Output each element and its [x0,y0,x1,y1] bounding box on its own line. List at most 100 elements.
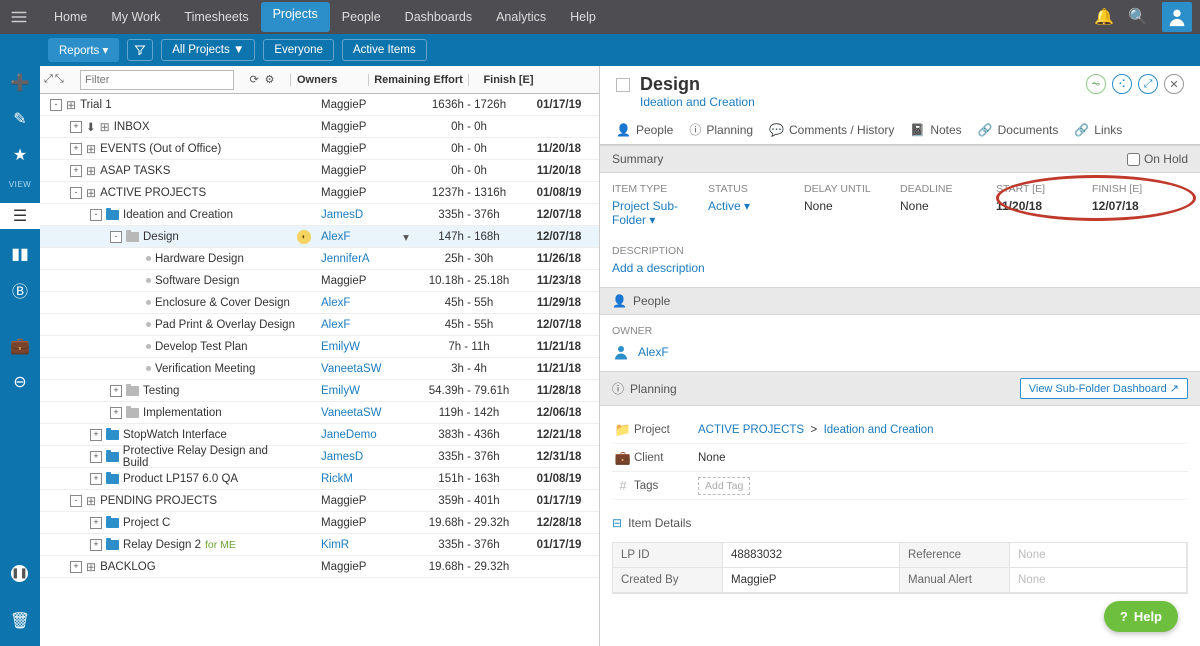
table-row[interactable]: Develop Test PlanEmilyW7h - 11h11/21/18 [40,336,599,358]
edit-icon[interactable]: ✎ [9,108,31,130]
table-row[interactable]: +Protective Relay Design and BuildJamesD… [40,446,599,468]
table-row[interactable]: Software DesignMaggieP10.18h - 25.18h11/… [40,270,599,292]
row-owner[interactable]: AlexF [315,319,393,331]
all-projects-filter[interactable]: All Projects ▼ [161,39,255,61]
nav-my-work[interactable]: My Work [99,2,172,32]
user-avatar[interactable] [1162,2,1192,32]
rss-icon[interactable]: ⏦ [1086,74,1106,94]
search-icon[interactable]: 🔍 [1128,7,1148,27]
col-finish[interactable]: Finish [E] [468,74,548,86]
tree-toggle-icon[interactable]: - [90,209,102,221]
pause-icon[interactable]: ❚❚ [11,565,28,582]
table-row[interactable]: +Relay Design 2 for MEKimR335h - 376h01/… [40,534,599,556]
tree-toggle-icon[interactable]: + [70,143,82,155]
filter-funnel-icon[interactable] [127,39,153,61]
table-row[interactable]: +Product LP157 6.0 QARickM151h - 163h01/… [40,468,599,490]
row-owner[interactable]: EmilyW [315,385,393,397]
summary-value[interactable]: Active ▾ [708,199,804,213]
expand-icon[interactable]: ⤢ [1138,74,1158,94]
table-row[interactable]: Hardware DesignJenniferA25h - 30h11/26/1… [40,248,599,270]
tree-toggle-icon[interactable]: + [110,385,122,397]
table-row[interactable]: +Project CMaggieP19.68h - 29.32h12/28/18 [40,512,599,534]
table-row[interactable]: +⊞EVENTS (Out of Office)MaggieP0h - 0h11… [40,138,599,160]
row-owner[interactable]: RickM [315,473,393,485]
tree-toggle-icon[interactable]: - [50,99,62,111]
nav-help[interactable]: Help [558,2,608,32]
plan-value[interactable]: ACTIVE PROJECTS > Ideation and Creation [698,424,1188,436]
tree-toggle-icon[interactable]: + [70,121,82,133]
row-owner[interactable]: VaneetaSW [315,363,393,375]
row-owner[interactable]: JamesD [315,451,393,463]
tree-toggle-icon[interactable]: + [90,429,102,441]
row-owner[interactable]: AlexF [315,231,393,243]
table-row[interactable]: -⊞Trial 1MaggieP1636h - 1726h01/17/19 [40,94,599,116]
nav-home[interactable]: Home [42,2,99,32]
table-row[interactable]: Pad Print & Overlay DesignAlexF45h - 55h… [40,314,599,336]
on-hold-checkbox[interactable] [1127,153,1140,166]
tab-planning[interactable]: ⓘPlanning [689,121,753,138]
bell-icon[interactable]: 🔔 [1094,7,1114,27]
columns-view-icon[interactable]: ▮▮ [9,243,31,265]
row-owner[interactable]: VaneetaSW [315,407,393,419]
item-checkbox[interactable] [616,78,630,92]
tree-toggle-icon[interactable]: + [90,473,102,485]
row-owner[interactable]: EmilyW [315,341,393,353]
active-items-filter[interactable]: Active Items [342,39,427,61]
nav-analytics[interactable]: Analytics [484,2,558,32]
tab-comments-history[interactable]: 💬Comments / History [769,121,894,138]
collapse-arrows-icon[interactable]: ⤡ [55,73,64,86]
tab-notes[interactable]: 📓Notes [910,121,961,138]
col-owners[interactable]: Owners [290,74,368,86]
tab-links[interactable]: 🔗Links [1074,121,1122,138]
reports-button[interactable]: Reports ▾ [48,38,119,62]
table-row[interactable]: Verification MeetingVaneetaSW3h - 4h11/2… [40,358,599,380]
collapse-toggle-icon[interactable]: ⊟ [612,516,622,530]
briefcase-icon[interactable]: 💼 [9,335,31,357]
tree-toggle-icon[interactable]: + [90,517,102,529]
nav-dashboards[interactable]: Dashboards [393,2,484,32]
table-row[interactable]: +⊞BACKLOGMaggieP19.68h - 29.32h [40,556,599,578]
breadcrumb-parent-link[interactable]: Ideation and Creation [640,95,755,109]
nav-people[interactable]: People [330,2,393,32]
plan-value[interactable]: Add Tag [698,477,1188,495]
tree-toggle-icon[interactable]: - [110,231,122,243]
expand-arrows-icon[interactable]: ⤢ [44,73,53,86]
table-row[interactable]: -⊞ACTIVE PROJECTSMaggieP1237h - 1316h01/… [40,182,599,204]
view-dashboard-button[interactable]: View Sub-Folder Dashboard ↗ [1020,378,1188,399]
tab-documents[interactable]: 🔗Documents [978,121,1059,138]
owner-caret-icon[interactable]: ▾ [393,230,419,244]
tree-toggle-icon[interactable]: - [70,495,82,507]
add-icon[interactable]: ➕ [9,72,31,94]
table-row[interactable]: +⬇⊞INBOXMaggieP0h - 0h [40,116,599,138]
nav-projects[interactable]: Projects [261,2,330,32]
tree-toggle-icon[interactable]: + [70,165,82,177]
table-row[interactable]: Enclosure & Cover DesignAlexF45h - 55h11… [40,292,599,314]
nav-timesheets[interactable]: Timesheets [172,2,260,32]
tab-people[interactable]: 👤People [616,121,673,138]
bold-view-icon[interactable]: Ⓑ [9,279,31,301]
add-description-link[interactable]: Add a description [612,261,705,275]
tree-toggle-icon[interactable]: + [90,451,102,463]
tree-toggle-icon[interactable]: + [90,539,102,551]
trash-icon[interactable]: 🗑 [9,610,31,632]
star-icon[interactable]: ★ [9,144,31,166]
refresh-icon[interactable]: ⟳ [249,73,258,86]
circle-minus-icon[interactable]: ⊖ [9,371,31,393]
help-button[interactable]: ?Help [1104,601,1178,632]
owner-link[interactable]: AlexF [638,345,669,359]
table-row[interactable]: +TestingEmilyW54.39h - 79.61h11/28/18 [40,380,599,402]
table-row[interactable]: +ImplementationVaneetaSW119h - 142h12/06… [40,402,599,424]
tree-toggle-icon[interactable]: - [70,187,82,199]
tree-toggle-icon[interactable]: + [70,561,82,573]
list-view-icon[interactable]: ☰ [0,203,40,229]
close-icon[interactable]: ✕ [1164,74,1184,94]
row-owner[interactable]: KimR [315,539,393,551]
plan-value[interactable]: None [698,452,1188,464]
gear-icon[interactable]: ⚙ [265,73,275,86]
table-row[interactable]: -Design◐AlexF▾147h - 168h12/07/18 [40,226,599,248]
row-owner[interactable]: AlexF [315,297,393,309]
share-icon[interactable]: ⠪ [1112,74,1132,94]
row-owner[interactable]: JaneDemo [315,429,393,441]
table-row[interactable]: +⊞ASAP TASKSMaggieP0h - 0h11/20/18 [40,160,599,182]
table-row[interactable]: +StopWatch InterfaceJaneDemo383h - 436h1… [40,424,599,446]
